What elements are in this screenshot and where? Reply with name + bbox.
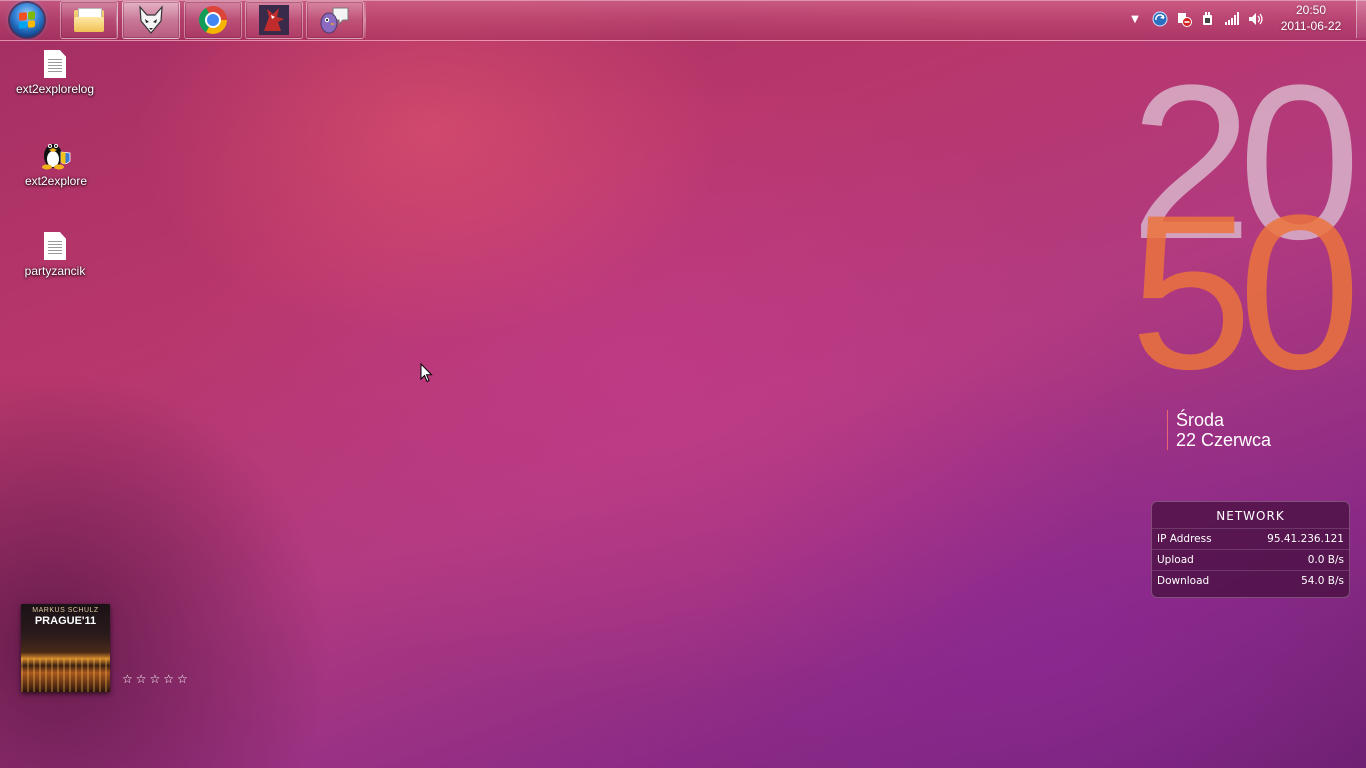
clock-widget-day-month: 22 Czerwca bbox=[1176, 430, 1272, 450]
clock-time: 20:50 bbox=[1295, 3, 1327, 17]
taskbar-foobar[interactable] bbox=[122, 1, 180, 39]
clock-date: 2011-06-22 bbox=[1280, 19, 1342, 33]
tray-action-center-icon[interactable] bbox=[1174, 0, 1194, 38]
network-row-label: Download bbox=[1157, 575, 1210, 587]
desktop-icon-partyzancik[interactable]: partyzancik bbox=[10, 232, 100, 278]
taskbar-chrome[interactable] bbox=[184, 1, 242, 39]
desktop-icon-label: partyzancik bbox=[24, 264, 86, 278]
triangle-down-icon: ▼ bbox=[1131, 13, 1139, 25]
taskbar-pidgin[interactable] bbox=[306, 1, 364, 39]
pidgin-icon bbox=[320, 7, 349, 34]
network-row-value: 54.0 B/s bbox=[1301, 575, 1344, 587]
tray-sync-icon[interactable] bbox=[1150, 0, 1170, 38]
tux-penguin-icon bbox=[42, 144, 71, 170]
network-row-value: 0.0 B/s bbox=[1307, 554, 1344, 566]
network-widget-title: NETWORK bbox=[1216, 509, 1285, 523]
network-row-value: 95.41.236.121 bbox=[1267, 533, 1344, 545]
network-row-upload: Upload 0.0 B/s bbox=[1152, 549, 1349, 570]
desktop[interactable]: ▼ 20:50 2011-06-22 ext2explorelog ext2ex… bbox=[0, 0, 1366, 768]
text-file-icon bbox=[44, 50, 66, 78]
show-hidden-icons-button[interactable]: ▼ bbox=[1127, 0, 1143, 38]
mouse-cursor-icon bbox=[420, 363, 433, 383]
network-row-label: IP Address bbox=[1157, 533, 1212, 545]
taskbar-separator bbox=[364, 2, 366, 38]
taskbar: ▼ 20:50 2011-06-22 bbox=[0, 0, 1366, 41]
dragon-icon bbox=[259, 5, 289, 35]
tray-network-signal-icon[interactable] bbox=[1222, 0, 1242, 38]
tray-volume-icon[interactable] bbox=[1246, 0, 1266, 38]
foobar-fox-icon bbox=[137, 5, 165, 35]
taskbar-windows-explorer[interactable] bbox=[60, 1, 118, 39]
clock-widget-date: Środa 22 Czerwca bbox=[1167, 410, 1271, 450]
tray-power-icon[interactable] bbox=[1198, 0, 1218, 38]
show-desktop-button[interactable] bbox=[1356, 0, 1366, 38]
desktop-icon-label: ext2explorelog bbox=[15, 82, 95, 96]
start-button[interactable] bbox=[5, 2, 49, 38]
desktop-icon-ext2explore[interactable]: ext2explore bbox=[11, 136, 101, 188]
taskbar-separator bbox=[116, 2, 118, 38]
network-row-label: Upload bbox=[1157, 554, 1194, 566]
clock-widget-weekday: Środa bbox=[1176, 410, 1225, 430]
folder-icon bbox=[74, 8, 104, 32]
album-art[interactable]: MARKUS SCHULZ PRAGUE'11 bbox=[21, 604, 110, 692]
windows-logo-icon bbox=[10, 3, 44, 37]
text-file-icon bbox=[44, 232, 66, 260]
desktop-icon-label: ext2explore bbox=[24, 174, 88, 188]
desktop-icon-ext2explorelog[interactable]: ext2explorelog bbox=[10, 50, 100, 96]
album-artist: MARKUS SCHULZ bbox=[32, 607, 99, 614]
taskbar-clock[interactable]: 20:50 2011-06-22 bbox=[1272, 2, 1350, 38]
album-title: PRAGUE'11 bbox=[34, 615, 97, 627]
rating-stars[interactable]: ☆☆☆☆☆ bbox=[122, 672, 191, 686]
network-row-ip: IP Address 95.41.236.121 bbox=[1152, 528, 1349, 549]
chrome-icon bbox=[199, 6, 227, 34]
network-widget[interactable]: NETWORK IP Address 95.41.236.121 Upload … bbox=[1151, 501, 1350, 598]
taskbar-dragon-app[interactable] bbox=[245, 1, 303, 39]
clock-widget-minute: 50 bbox=[1130, 169, 1361, 415]
network-row-download: Download 54.0 B/s bbox=[1152, 570, 1349, 591]
